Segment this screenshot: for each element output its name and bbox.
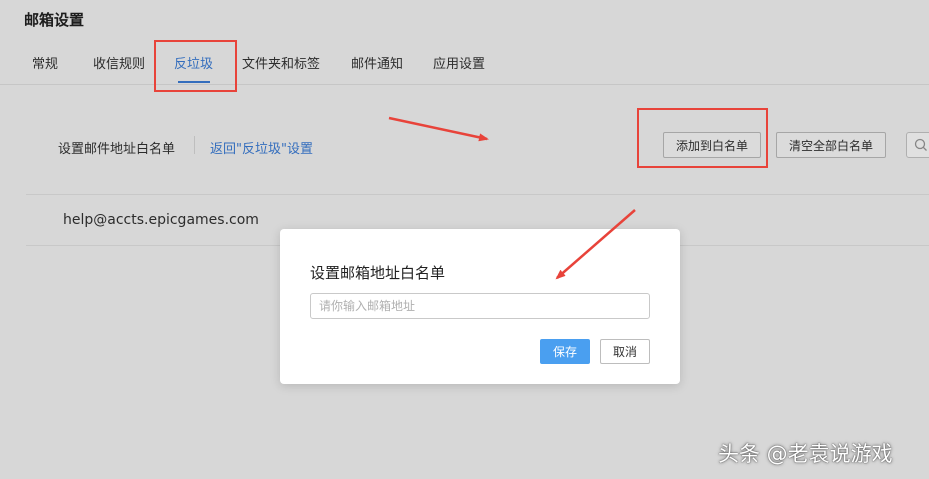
dialog-title: 设置邮箱地址白名单 — [310, 264, 446, 282]
save-button[interactable]: 保存 — [540, 339, 590, 364]
email-address-input[interactable] — [310, 293, 650, 319]
annotation-box-add-button — [637, 108, 768, 168]
cancel-button[interactable]: 取消 — [600, 339, 650, 364]
watermark-text: 头条 @老袁说游戏 — [718, 442, 893, 466]
whitelist-dialog: 设置邮箱地址白名单 保存 取消 — [280, 229, 680, 384]
annotation-box-anti-spam-tab — [154, 40, 237, 92]
